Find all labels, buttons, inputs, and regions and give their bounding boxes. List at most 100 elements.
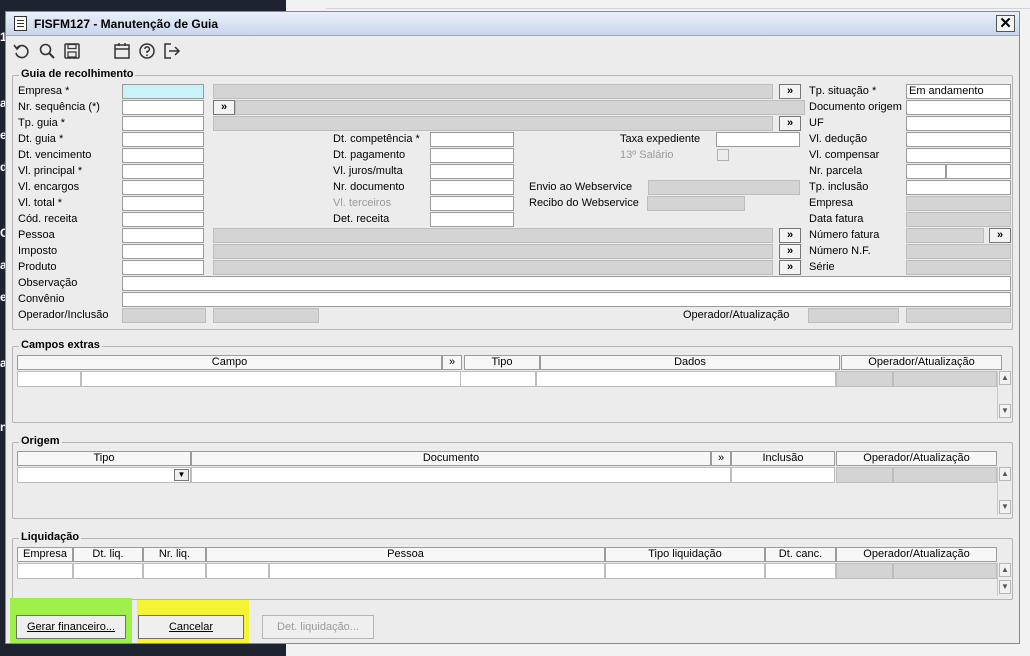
- exit-icon[interactable]: [162, 42, 182, 62]
- close-button[interactable]: ✕: [996, 15, 1015, 32]
- table-cell[interactable]: [536, 371, 836, 387]
- pessoa-lookup-button[interactable]: »: [779, 228, 801, 243]
- column-header-campo[interactable]: Campo: [17, 355, 442, 370]
- scrollbar[interactable]: ▲ ▼: [997, 467, 1011, 515]
- campo-lookup-button[interactable]: »: [442, 355, 462, 370]
- cancelar-button[interactable]: Cancelar: [138, 615, 244, 639]
- search-icon[interactable]: [37, 42, 57, 62]
- imposto-lookup-button[interactable]: »: [779, 244, 801, 259]
- 13-salario-checkbox[interactable]: [717, 149, 729, 161]
- dt-guia-input[interactable]: [122, 132, 204, 147]
- nr-documento-input[interactable]: [430, 180, 514, 195]
- scroll-down-icon[interactable]: ▼: [999, 404, 1011, 418]
- table-cell[interactable]: [73, 563, 143, 579]
- vl-deducao-input[interactable]: [906, 132, 1011, 147]
- imposto-input[interactable]: [122, 244, 204, 259]
- scroll-up-icon[interactable]: ▲: [999, 467, 1011, 481]
- table-cell[interactable]: [605, 563, 765, 579]
- nr-sequencia-input[interactable]: [122, 100, 204, 115]
- column-header-dt-canc[interactable]: Dt. canc.: [765, 547, 836, 562]
- taxa-expediente-input[interactable]: [716, 132, 800, 147]
- table-cell[interactable]: [731, 467, 835, 483]
- label-data-fatura: Data fatura: [809, 213, 864, 225]
- column-header-inclusao[interactable]: Inclusão: [731, 451, 835, 466]
- scroll-down-icon[interactable]: ▼: [999, 580, 1011, 594]
- save-icon[interactable]: [62, 42, 82, 62]
- dt-pagamento-input[interactable]: [430, 148, 514, 163]
- table-cell[interactable]: [269, 563, 605, 579]
- nr-parcela-total-input[interactable]: [946, 164, 1011, 179]
- column-header-pessoa[interactable]: Pessoa: [206, 547, 605, 562]
- vl-principal-input[interactable]: [122, 164, 204, 179]
- column-header-tipo-liquidacao[interactable]: Tipo liquidação: [605, 547, 765, 562]
- vl-compensar-input[interactable]: [906, 148, 1011, 163]
- cod-receita-input[interactable]: [122, 212, 204, 227]
- tp-situacao-select[interactable]: Em andamento: [906, 84, 1011, 99]
- documento-origem-input[interactable]: [906, 100, 1011, 115]
- label-numero-nf: Número N.F.: [809, 245, 871, 257]
- scroll-up-icon[interactable]: ▲: [999, 371, 1011, 385]
- undo-icon[interactable]: [12, 42, 32, 62]
- title-bar[interactable]: FISFM127 - Manutenção de Guia ✕: [6, 12, 1019, 36]
- label-cod-receita: Cód. receita: [18, 213, 78, 225]
- table-cell[interactable]: [206, 563, 269, 579]
- uf-input[interactable]: [906, 116, 1011, 131]
- table-cell[interactable]: [81, 371, 461, 387]
- dt-vencimento-input[interactable]: [122, 148, 204, 163]
- chevron-down-icon[interactable]: ▼: [174, 469, 189, 481]
- gerar-financeiro-button[interactable]: Gerar financeiro...: [16, 615, 126, 639]
- dt-competencia-input[interactable]: [430, 132, 514, 147]
- label-documento-origem: Documento origem: [809, 101, 902, 113]
- column-header-dados[interactable]: Dados: [540, 355, 840, 370]
- nr-parcela-input[interactable]: [906, 164, 946, 179]
- empresa-lookup-button[interactable]: »: [779, 84, 801, 99]
- numero-fatura-lookup-button[interactable]: »: [989, 228, 1011, 243]
- table-cell[interactable]: [191, 467, 731, 483]
- column-header-operador-atualizacao[interactable]: Operador/Atualização: [836, 547, 997, 562]
- label-recibo-webservice: Recibo do Webservice: [529, 197, 639, 209]
- label-nr-parcela: Nr. parcela: [809, 165, 863, 177]
- tp-guia-input[interactable]: [122, 116, 204, 131]
- numero-nf-field: [906, 244, 1011, 259]
- table-cell[interactable]: [17, 371, 81, 387]
- scrollbar[interactable]: ▲ ▼: [997, 371, 1011, 419]
- tp-inclusao-input[interactable]: [906, 180, 1011, 195]
- column-header-tipo[interactable]: Tipo: [17, 451, 191, 466]
- det-liquidacao-button[interactable]: Det. liquidação...: [262, 615, 374, 639]
- vl-juros-multa-input[interactable]: [430, 164, 514, 179]
- pessoa-input[interactable]: [122, 228, 204, 243]
- column-header-operador-atualizacao[interactable]: Operador/Atualização: [841, 355, 1002, 370]
- column-header-nr-liq[interactable]: Nr. liq.: [143, 547, 206, 562]
- table-cell[interactable]: [765, 563, 836, 579]
- tipo-combo[interactable]: ▼: [17, 467, 191, 483]
- tp-guia-lookup-button[interactable]: »: [779, 116, 801, 131]
- column-header-operador-atualizacao[interactable]: Operador/Atualização: [836, 451, 997, 466]
- produto-input[interactable]: [122, 260, 204, 275]
- table-cell[interactable]: [460, 371, 536, 387]
- envio-webservice-field: [648, 180, 800, 195]
- produto-lookup-button[interactable]: »: [779, 260, 801, 275]
- column-header-documento[interactable]: Documento: [191, 451, 711, 466]
- column-header-empresa[interactable]: Empresa: [17, 547, 73, 562]
- vl-terceiros-input[interactable]: [430, 196, 514, 211]
- scroll-up-icon[interactable]: ▲: [999, 563, 1011, 577]
- column-header-tipo[interactable]: Tipo: [464, 355, 540, 370]
- vl-encargos-input[interactable]: [122, 180, 204, 195]
- det-receita-input[interactable]: [430, 212, 514, 227]
- scrollbar[interactable]: ▲ ▼: [997, 563, 1011, 596]
- observacao-input[interactable]: [122, 276, 1011, 291]
- label-imposto: Imposto: [18, 245, 58, 257]
- vl-total-input[interactable]: [122, 196, 204, 211]
- help-icon[interactable]: [137, 42, 157, 62]
- label-operador-inclusao: Operador/Inclusão: [18, 309, 109, 321]
- table-cell[interactable]: [143, 563, 206, 579]
- label-operador-atualizacao: Operador/Atualização: [683, 309, 790, 321]
- empresa-input[interactable]: [122, 84, 204, 99]
- convenio-input[interactable]: [122, 292, 1011, 307]
- documento-lookup-button[interactable]: »: [711, 451, 731, 466]
- scroll-down-icon[interactable]: ▼: [999, 500, 1011, 514]
- table-cell[interactable]: [17, 563, 73, 579]
- nr-sequencia-lookup-button[interactable]: »: [213, 100, 235, 115]
- column-header-dt-liq[interactable]: Dt. liq.: [73, 547, 143, 562]
- calendar-icon[interactable]: [112, 42, 132, 62]
